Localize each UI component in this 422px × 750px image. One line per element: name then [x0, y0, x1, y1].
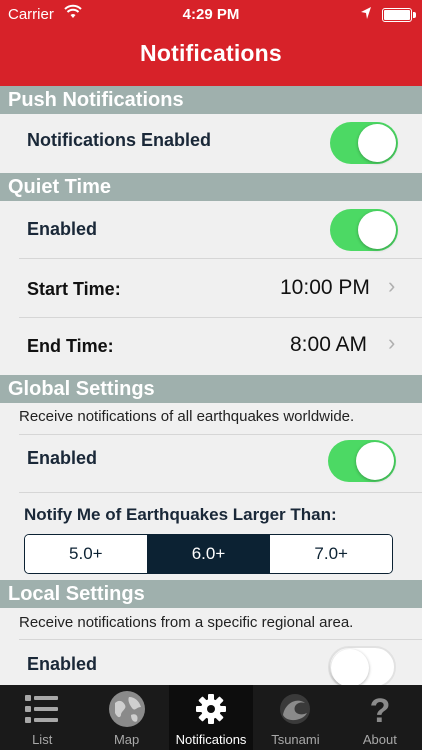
tab-list[interactable]: List: [0, 685, 84, 750]
tab-bar: List Map Notifications Tsunami ? About: [0, 685, 422, 750]
tab-notifications[interactable]: Notifications: [168, 685, 254, 750]
globe-icon: [107, 689, 147, 729]
list-icon: [22, 689, 62, 729]
location-arrow-icon: [360, 6, 372, 24]
start-time-label: Start Time:: [27, 279, 121, 299]
question-icon: ?: [360, 689, 400, 730]
chevron-right-icon: ›: [388, 330, 396, 355]
chevron-right-icon: ›: [388, 273, 396, 298]
toggle-knob: [358, 124, 396, 162]
divider: [19, 492, 422, 493]
magnitude-option-6[interactable]: 6.0+: [147, 535, 271, 573]
toggle-knob: [358, 211, 396, 249]
local-enabled-label: Enabled: [27, 654, 98, 674]
threshold-label: Notify Me of Earthquakes Larger Than:: [24, 505, 337, 524]
notifications-enabled-toggle[interactable]: [330, 122, 398, 164]
gear-icon: [191, 689, 231, 729]
tab-label: List: [32, 732, 53, 747]
divider: [19, 258, 422, 259]
end-time-value: 8:00 AM: [290, 333, 368, 356]
magnitude-option-7[interactable]: 7.0+: [270, 535, 392, 573]
notifications-enabled-label: Notifications Enabled: [27, 130, 212, 150]
section-header-local: Local Settings: [0, 580, 422, 608]
local-enabled-toggle[interactable]: [328, 646, 396, 688]
status-bar: Carrier 4:29 PM: [0, 0, 422, 30]
divider: [19, 317, 422, 318]
tab-about[interactable]: ? About: [338, 685, 422, 750]
tab-label: Tsunami: [271, 732, 320, 747]
tab-tsunami[interactable]: Tsunami: [253, 685, 337, 750]
status-time: 4:29 PM: [182, 6, 240, 23]
tab-label: Map: [113, 732, 140, 747]
section-header-push: Push Notifications: [0, 86, 422, 114]
global-enabled-label: Enabled: [27, 448, 98, 468]
end-time-label: End Time:: [27, 336, 114, 356]
magnitude-segmented-control: 5.0+ 6.0+ 7.0+: [24, 534, 393, 574]
tab-label: Notifications: [175, 732, 247, 747]
tab-label: About: [362, 732, 397, 747]
toggle-knob: [331, 649, 369, 687]
magnitude-option-5[interactable]: 5.0+: [25, 535, 148, 573]
quiet-enabled-label: Enabled: [27, 219, 98, 239]
section-header-global: Global Settings: [0, 375, 422, 403]
quiet-enabled-toggle[interactable]: [330, 209, 398, 251]
global-enabled-toggle[interactable]: [328, 440, 396, 482]
divider: [19, 434, 422, 435]
divider: [19, 639, 422, 640]
section-header-quiet: Quiet Time: [0, 173, 422, 201]
start-time-value: 10:00 PM: [280, 276, 370, 299]
toggle-knob: [356, 442, 394, 480]
nav-header: Carrier 4:29 PM Notifications: [0, 0, 422, 86]
battery-icon: [382, 8, 416, 22]
global-description: Receive notifications of all earthquakes…: [19, 408, 355, 425]
wave-icon: [275, 689, 315, 729]
local-description: Receive notifications from a specific re…: [19, 614, 354, 631]
svg-text:?: ?: [369, 692, 390, 729]
page-title: Notifications: [140, 40, 282, 66]
tab-map[interactable]: Map: [84, 685, 168, 750]
